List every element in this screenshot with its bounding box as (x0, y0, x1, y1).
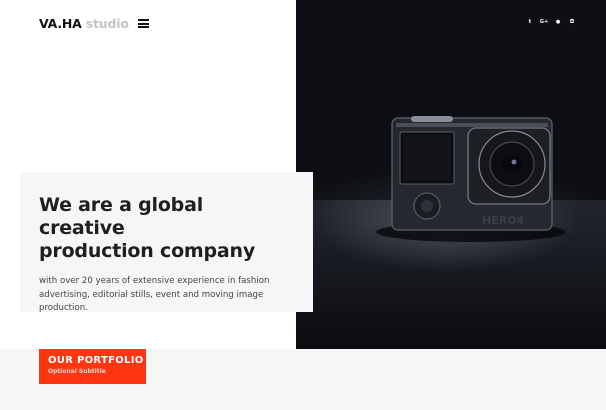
hero-description: with over 20 years of extensive experien… (39, 276, 270, 313)
our-portfolio-button[interactable]: OUR PORTFOLIO Optional Subtitle (39, 349, 146, 384)
instagram-icon[interactable]: ◘ (567, 17, 577, 27)
action-camera-illustration: HERO4 (376, 116, 566, 242)
camera-brand-label: HERO4 (482, 214, 525, 227)
google-plus-icon[interactable]: G+ (539, 17, 549, 27)
logo-brand: VA.HA (39, 16, 82, 31)
flickr-icon[interactable]: ● (553, 17, 563, 27)
hamburger-menu-icon[interactable] (138, 19, 149, 28)
hero-image-camera: HERO4 (296, 0, 606, 349)
hero-text-card: We are a global creative production comp… (20, 172, 313, 313)
site-logo[interactable]: VA.HA studio (39, 16, 129, 31)
twitter-icon[interactable]: t (525, 17, 535, 27)
hero-title-line2: production company (39, 240, 256, 262)
social-links: t G+ ● ◘ (525, 17, 577, 27)
hero-title: We are a global creative production comp… (39, 194, 294, 263)
portfolio-title: OUR PORTFOLIO (48, 355, 144, 366)
hero-title-line1: We are a global creative (39, 194, 204, 239)
portfolio-subtitle: Optional Subtitle (48, 368, 106, 375)
logo-subtitle: studio (85, 16, 129, 31)
